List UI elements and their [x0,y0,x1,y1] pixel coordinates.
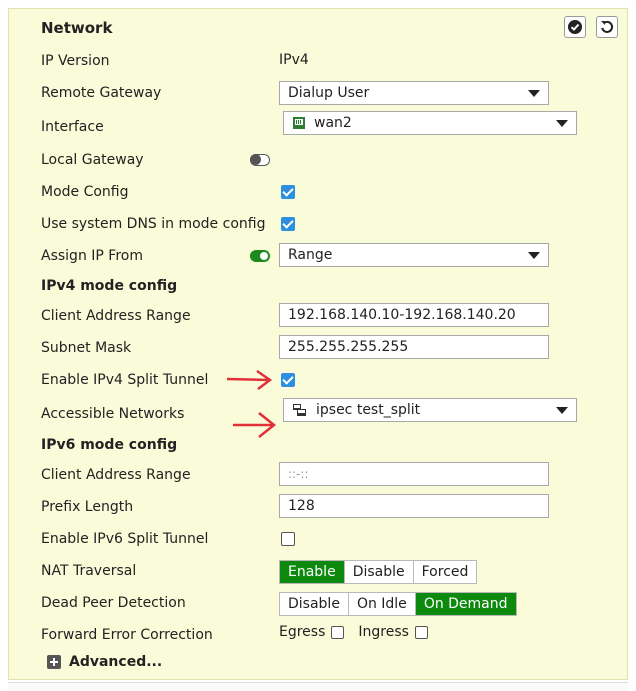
ipv4-mode-config-heading: IPv4 mode config [41,278,178,294]
nat-traversal-segmented: Enable Disable Forced [279,560,478,584]
subnet-mask-label: Subnet Mask [41,340,132,356]
dead-peer-detection-label: Dead Peer Detection [41,595,186,611]
advanced-toggle[interactable]: Advanced... [47,654,162,670]
assign-ip-from-value: Range [288,247,333,263]
assign-ip-from-label: Assign IP From [41,248,143,264]
chevron-down-icon [556,120,568,127]
mode-config-checkbox[interactable] [281,185,295,199]
network-panel: Network IP Version IPv4 Remote Gateway D… [8,8,628,680]
interface-port-icon [293,117,305,129]
confirm-button[interactable] [564,16,586,38]
prefix-length-value: 128 [288,498,315,514]
client-address-range-v4-input[interactable]: 192.168.140.10-192.168.140.20 [279,303,549,327]
prefix-length-label: Prefix Length [41,499,134,515]
remote-gateway-select[interactable]: Dialup User [279,81,549,105]
interface-select[interactable]: wan2 [283,111,577,135]
fec-ingress-label: Ingress [358,624,409,640]
undo-icon [601,20,614,33]
annotation-arrow-icon [233,412,277,438]
enable-ipv6-split-label: Enable IPv6 Split Tunnel [41,531,209,547]
address-group-icon [293,404,306,416]
plus-square-icon [47,655,61,669]
dpd-disable-option[interactable]: Disable [280,593,349,615]
fec-options: Egress Ingress [279,624,442,640]
nat-traversal-enable-option[interactable]: Enable [280,561,345,583]
dpd-on-demand-option[interactable]: On Demand [415,593,516,615]
accessible-networks-value: ipsec test_split [316,402,421,418]
enable-ipv4-split-label: Enable IPv4 Split Tunnel [41,372,209,388]
accessible-networks-select[interactable]: ipsec test_split [283,398,577,422]
nat-traversal-label: NAT Traversal [41,563,137,579]
nat-traversal-forced-option[interactable]: Forced [414,561,477,583]
forward-error-correction-label: Forward Error Correction [41,627,213,643]
interface-value: wan2 [314,115,352,131]
revert-button[interactable] [596,16,618,38]
use-system-dns-checkbox[interactable] [281,217,295,231]
interface-label: Interface [41,119,104,135]
subnet-mask-value: 255.255.255.255 [288,339,409,355]
client-address-range-v6-label: Client Address Range [41,467,191,483]
local-gateway-toggle[interactable] [250,154,270,166]
use-system-dns-label: Use system DNS in mode config [41,216,266,232]
chevron-down-icon [556,407,568,414]
fec-ingress-checkbox[interactable] [414,625,428,639]
advanced-label: Advanced... [69,654,163,670]
fec-egress-checkbox[interactable] [331,625,345,639]
assign-ip-from-toggle[interactable] [250,250,270,262]
prefix-length-input[interactable]: 128 [279,494,549,518]
ip-version-label: IP Version [41,53,110,69]
enable-ipv4-split-checkbox[interactable] [281,373,295,387]
panel-title: Network [41,19,113,37]
client-address-range-v4-label: Client Address Range [41,308,191,324]
accessible-networks-label: Accessible Networks [41,406,185,422]
local-gateway-label: Local Gateway [41,152,144,168]
assign-ip-from-select[interactable]: Range [279,243,549,267]
ip-version-value: IPv4 [279,52,309,68]
annotation-arrow-icon [226,369,273,390]
fec-egress-label: Egress [279,624,326,640]
check-circle-icon [568,20,582,34]
enable-ipv6-split-checkbox[interactable] [281,532,295,546]
client-address-range-v6-input[interactable]: ::-:: [279,462,549,486]
subnet-mask-input[interactable]: 255.255.255.255 [279,335,549,359]
remote-gateway-value: Dialup User [288,85,370,101]
nat-traversal-disable-option[interactable]: Disable [345,561,414,583]
ipv6-mode-config-heading: IPv6 mode config [41,437,178,453]
chevron-down-icon [528,90,540,97]
client-address-range-v6-placeholder: ::-:: [288,467,309,481]
client-address-range-v4-value: 192.168.140.10-192.168.140.20 [288,307,516,323]
remote-gateway-label: Remote Gateway [41,85,162,101]
chevron-down-icon [528,252,540,259]
mode-config-label: Mode Config [41,184,129,200]
dpd-on-idle-option[interactable]: On Idle [349,593,416,615]
dead-peer-detection-segmented: Disable On Idle On Demand [279,592,517,616]
